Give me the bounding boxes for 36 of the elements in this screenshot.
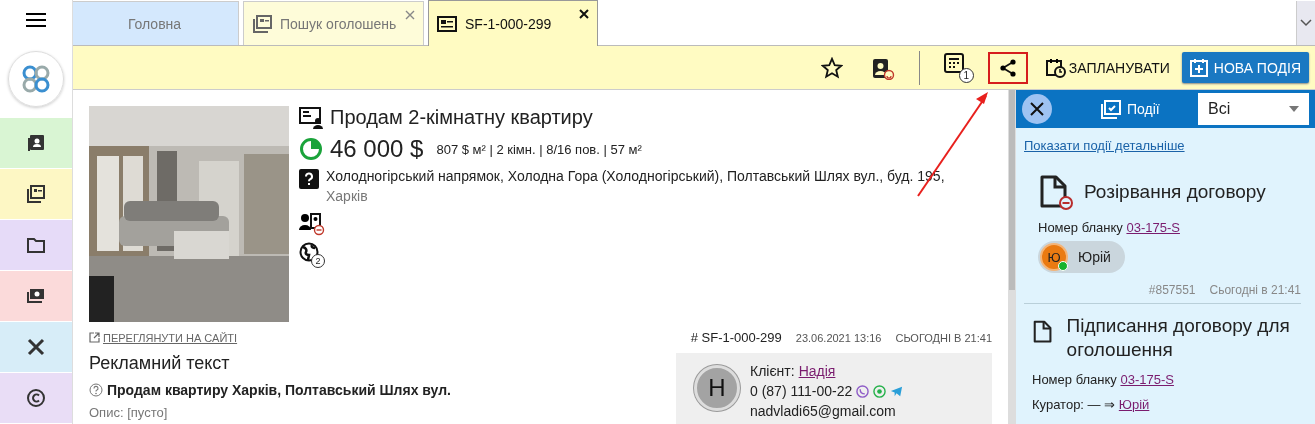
listing-title: Продам 2-кімнатну квартиру [330, 106, 593, 129]
description: Опис: [пусто] [89, 405, 169, 420]
schedule-button[interactable]: ЗАПЛАНУВАТИ [1041, 57, 1174, 78]
form-number-link[interactable]: 03-175-S [1126, 220, 1180, 235]
updated-date: СЬОГОДНІ В 21:41 [895, 331, 992, 344]
show-details-link[interactable]: Показати події детальніше [1024, 138, 1185, 153]
curator-label: Куратор: — ⇒ Юрій [1032, 397, 1151, 412]
ad-title: Продам квартиру Харків, Полтавський Шлях вул. [107, 382, 451, 398]
price: 46 000 $ [330, 135, 424, 163]
listing-details: 807 $ м² | 2 кімн. | 8/16 пов. | 57 м² [436, 141, 642, 157]
filter-dropdown[interactable]: Всі [1198, 93, 1309, 125]
event-title: Підписання договору для оголошення [1066, 314, 1291, 362]
event-title: Розірвання договору [1084, 180, 1266, 204]
client-label: Клієнт: Надія [750, 361, 837, 381]
created-date: 23.06.2021 13:16 [795, 331, 882, 344]
new-event-button[interactable]: НОВА ПОДІЯ [1181, 52, 1309, 83]
tab[interactable]: Пошук оголошень [243, 1, 424, 45]
view-on-site-link[interactable]: ПЕРЕГЛЯНУТИ НА САЙТІ [89, 331, 238, 344]
client-email: nadvladi65@gmail.com [750, 402, 897, 421]
client-link[interactable]: Надія [798, 361, 836, 381]
curator-link[interactable]: Юрій [1118, 397, 1150, 412]
client-avatar: Н [694, 365, 740, 411]
tab[interactable]: Головна [73, 1, 239, 45]
listing-number: # SF-1-000-299 [690, 330, 782, 345]
section-heading: Рекламний текст [89, 353, 231, 374]
form-number-label: Номер бланку 03-175-S [1032, 372, 1175, 387]
calculator-icon[interactable]: 1 [943, 52, 974, 83]
event-time: Сьогодні в 21:41 [1209, 283, 1301, 297]
phone-number: 0 (87) 111-00-22 [750, 382, 853, 401]
event-id: #857551 [1148, 283, 1196, 297]
form-number-label: Номер бланку 03-175-S [1038, 220, 1181, 235]
tab[interactable]: SF-1-000-299 [428, 0, 598, 46]
count-badge: 1 [958, 67, 974, 83]
person-chip[interactable]: Ю Юрій [1038, 241, 1125, 273]
events-tab[interactable]: Події [1100, 99, 1190, 119]
form-number-link[interactable]: 03-175-S [1120, 372, 1174, 387]
